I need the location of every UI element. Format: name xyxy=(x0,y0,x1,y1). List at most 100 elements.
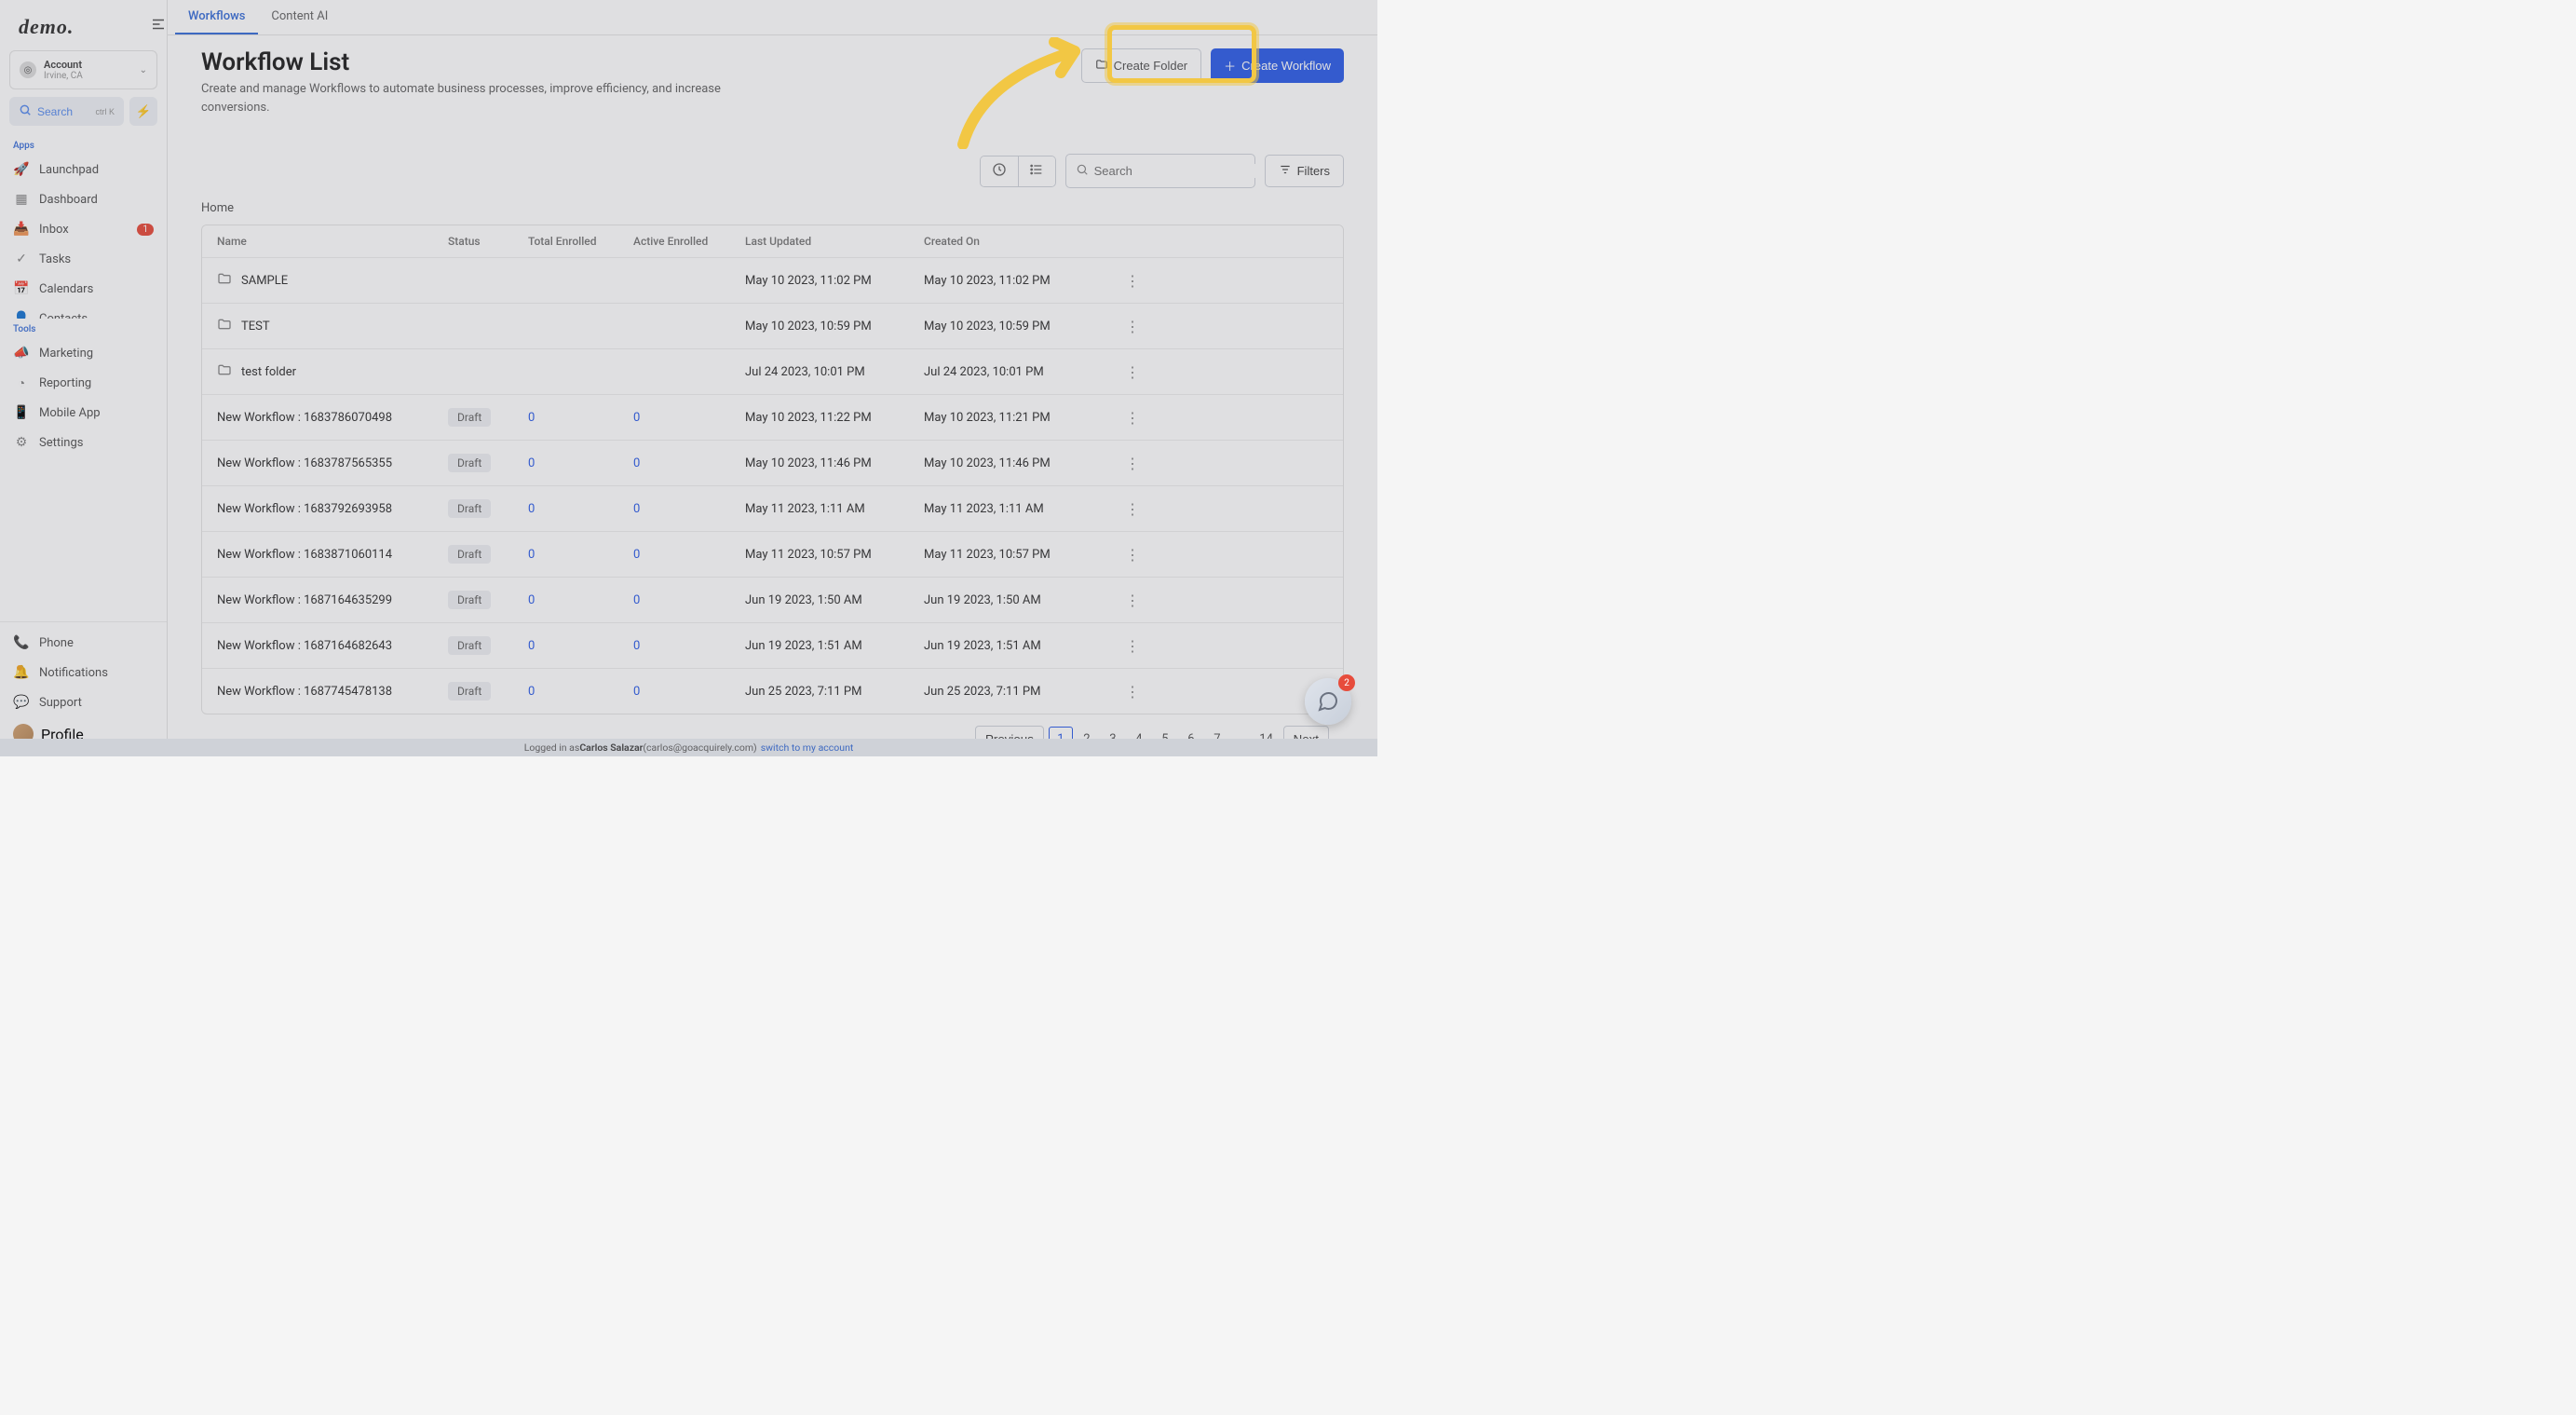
nav-icon: 👤 xyxy=(13,310,30,319)
create-workflow-button[interactable]: ＋ Create Workflow xyxy=(1211,48,1344,83)
view-toggle-group xyxy=(980,156,1056,187)
create-folder-button[interactable]: Create Folder xyxy=(1081,48,1201,83)
total-enrolled-link[interactable]: 0 xyxy=(528,685,535,699)
row-actions-menu[interactable]: ⋮ xyxy=(1125,637,1140,655)
active-enrolled-link[interactable]: 0 xyxy=(633,593,640,607)
row-actions-menu[interactable]: ⋮ xyxy=(1125,683,1140,701)
sidebar-collapse-button[interactable] xyxy=(147,13,169,35)
total-enrolled-link[interactable]: 0 xyxy=(528,593,535,607)
nav-item-inbox[interactable]: 📥Inbox1 xyxy=(0,214,167,244)
nav-item-support[interactable]: 💬Support xyxy=(0,687,167,717)
active-enrolled-link[interactable]: 0 xyxy=(633,411,640,425)
table-search-input[interactable] xyxy=(1094,164,1258,178)
nav-item-contacts[interactable]: 👤Contacts xyxy=(0,304,167,319)
th-actions xyxy=(1103,235,1140,248)
notification-dot xyxy=(17,665,22,671)
nav-item-calendars[interactable]: 📅Calendars xyxy=(0,274,167,304)
row-actions-menu[interactable]: ⋮ xyxy=(1125,592,1140,609)
row-name: New Workflow : 1687745478138 xyxy=(217,685,392,699)
logo-area: demo. xyxy=(0,0,167,50)
table-row[interactable]: New Workflow : 1683871060114Draft00May 1… xyxy=(202,532,1343,578)
row-actions-menu[interactable]: ⋮ xyxy=(1125,500,1140,518)
active-enrolled-link[interactable]: 0 xyxy=(633,639,640,653)
quick-actions-button[interactable]: ⚡ xyxy=(129,97,157,126)
cell-name: New Workflow : 1683786070498 xyxy=(217,411,448,425)
cell-actions: ⋮ xyxy=(1103,318,1140,335)
cell-updated: May 11 2023, 10:57 PM xyxy=(745,548,924,562)
account-avatar-icon: ◎ xyxy=(20,61,36,78)
active-enrolled-link[interactable]: 0 xyxy=(633,548,640,562)
nav-item-settings[interactable]: ⚙Settings xyxy=(0,428,167,457)
total-enrolled-link[interactable]: 0 xyxy=(528,411,535,425)
breadcrumb[interactable]: Home xyxy=(201,201,1344,215)
total-enrolled-link[interactable]: 0 xyxy=(528,456,535,470)
nav-item-dashboard[interactable]: ▦Dashboard xyxy=(0,184,167,214)
row-actions-menu[interactable]: ⋮ xyxy=(1125,363,1140,381)
table-row[interactable]: test folderJul 24 2023, 10:01 PMJul 24 2… xyxy=(202,349,1343,395)
status-badge: Draft xyxy=(448,682,491,701)
active-enrolled-link[interactable]: 0 xyxy=(633,456,640,470)
nav-item-notifications[interactable]: 🔔Notifications xyxy=(0,658,167,687)
tab-workflows[interactable]: Workflows xyxy=(175,0,258,34)
bolt-icon: ⚡ xyxy=(136,104,152,119)
cell-active: 0 xyxy=(633,548,745,562)
cell-updated: May 10 2023, 11:22 PM xyxy=(745,411,924,425)
recent-view-toggle[interactable] xyxy=(981,156,1018,186)
row-actions-menu[interactable]: ⋮ xyxy=(1125,409,1140,427)
tools-section-label: Tools xyxy=(0,319,167,338)
page-title: Workflow List xyxy=(201,48,779,76)
total-enrolled-link[interactable]: 0 xyxy=(528,639,535,653)
row-name: New Workflow : 1687164635299 xyxy=(217,593,392,607)
row-name: New Workflow : 1683871060114 xyxy=(217,548,392,562)
total-enrolled-link[interactable]: 0 xyxy=(528,548,535,562)
table-row[interactable]: SAMPLEMay 10 2023, 11:02 PMMay 10 2023, … xyxy=(202,258,1343,304)
inbox-badge: 1 xyxy=(137,224,154,236)
nav-item-phone[interactable]: 📞Phone xyxy=(0,628,167,658)
cell-name: New Workflow : 1687164682643 xyxy=(217,639,448,653)
row-actions-menu[interactable]: ⋮ xyxy=(1125,455,1140,472)
table-row[interactable]: New Workflow : 1683787565355Draft00May 1… xyxy=(202,441,1343,486)
table-row[interactable]: New Workflow : 1683792693958Draft00May 1… xyxy=(202,486,1343,532)
chat-widget[interactable]: 2 xyxy=(1305,678,1351,725)
table-row[interactable]: New Workflow : 1687164682643Draft00Jun 1… xyxy=(202,623,1343,669)
nav-item-reporting[interactable]: ◔Reporting xyxy=(0,368,167,398)
table-search[interactable] xyxy=(1065,154,1255,188)
footer-email: (carlos@goacquirely.com) xyxy=(643,742,756,754)
nav-item-mobile-app[interactable]: 📱Mobile App xyxy=(0,398,167,428)
cell-actions: ⋮ xyxy=(1103,592,1140,609)
filters-label: Filters xyxy=(1297,164,1330,178)
table-row[interactable]: TESTMay 10 2023, 10:59 PMMay 10 2023, 10… xyxy=(202,304,1343,349)
cell-total: 0 xyxy=(528,639,633,653)
search-icon xyxy=(1076,162,1089,180)
chat-icon xyxy=(1317,690,1339,713)
nav-item-marketing[interactable]: 📣Marketing xyxy=(0,338,167,368)
nav-icon: 💬 xyxy=(13,694,30,711)
total-enrolled-link[interactable]: 0 xyxy=(528,502,535,516)
sidebar: demo. ◎ Account Irvine, CA ⌄ Search ctrl… xyxy=(0,0,168,756)
page-description: Create and manage Workflows to automate … xyxy=(201,80,779,116)
table-row[interactable]: New Workflow : 1687745478138Draft00Jun 2… xyxy=(202,669,1343,714)
switch-account-link[interactable]: switch to my account xyxy=(761,742,854,754)
top-tabs: Workflows Content AI xyxy=(168,0,1377,35)
row-actions-menu[interactable]: ⋮ xyxy=(1125,318,1140,335)
row-actions-menu[interactable]: ⋮ xyxy=(1125,546,1140,564)
tab-content-ai[interactable]: Content AI xyxy=(258,0,341,34)
cell-name: test folder xyxy=(217,362,448,381)
filters-button[interactable]: Filters xyxy=(1265,155,1344,187)
th-updated: Last Updated xyxy=(745,235,924,248)
nav-item-launchpad[interactable]: 🚀Launchpad xyxy=(0,155,167,184)
table-row[interactable]: New Workflow : 1683786070498Draft00May 1… xyxy=(202,395,1343,441)
row-actions-menu[interactable]: ⋮ xyxy=(1125,272,1140,290)
nav-item-tasks[interactable]: ✓Tasks xyxy=(0,244,167,274)
table-row[interactable]: New Workflow : 1687164635299Draft00Jun 1… xyxy=(202,578,1343,623)
cell-status: Draft xyxy=(448,682,528,701)
row-name: TEST xyxy=(241,320,270,333)
list-view-toggle[interactable] xyxy=(1018,156,1055,186)
active-enrolled-link[interactable]: 0 xyxy=(633,685,640,699)
account-selector[interactable]: ◎ Account Irvine, CA ⌄ xyxy=(9,50,157,89)
cell-actions: ⋮ xyxy=(1103,455,1140,472)
active-enrolled-link[interactable]: 0 xyxy=(633,502,640,516)
nav-label: Dashboard xyxy=(39,193,98,207)
status-badge: Draft xyxy=(448,636,491,655)
global-search[interactable]: Search ctrl K xyxy=(9,97,124,126)
